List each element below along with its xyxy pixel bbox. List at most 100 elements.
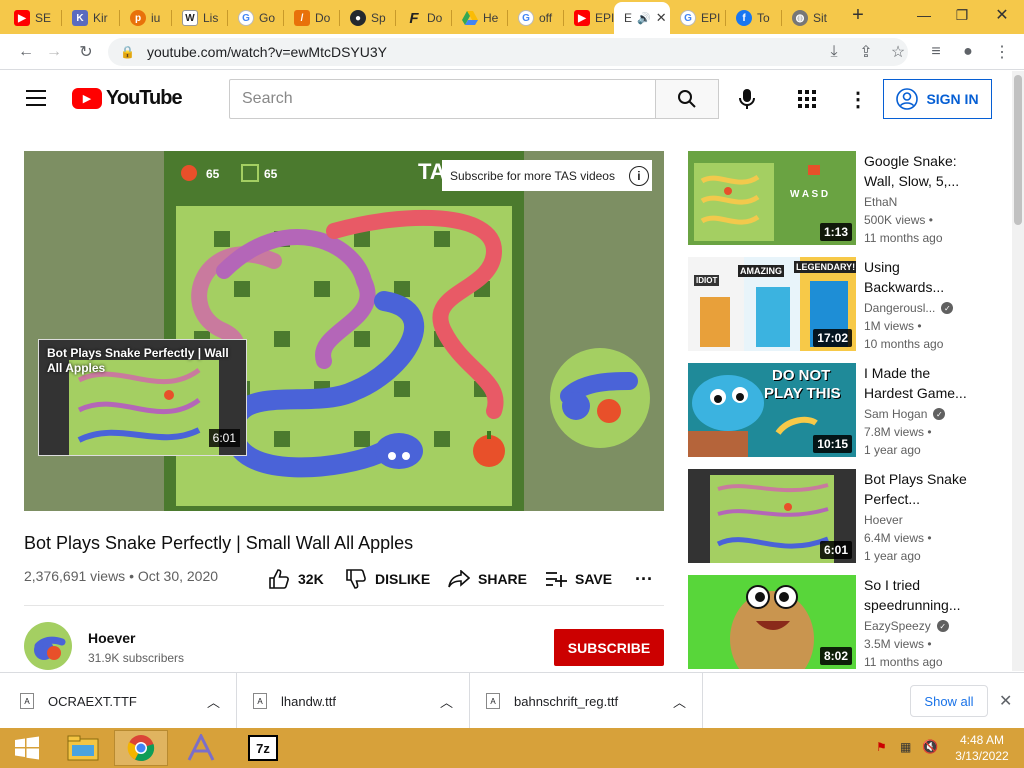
network-icon[interactable]: ▦ [900, 740, 911, 754]
close-window-button[interactable]: ✕ [984, 0, 1020, 30]
ks-icon: K [72, 10, 88, 26]
install-icon[interactable]: ⤓ [824, 42, 844, 62]
tab-label: To [757, 11, 770, 25]
video-player[interactable]: 65 65 TAS Subscribe for more TAS videos … [24, 151, 664, 511]
video-title[interactable]: So I tried speedrunning... [864, 575, 974, 615]
page-scrollbar[interactable] [1012, 71, 1024, 671]
browser-tab[interactable]: ▶ SE [4, 4, 62, 32]
bookmark-star-icon[interactable]: ☆ [888, 42, 908, 62]
video-title[interactable]: I Made the Hardest Game... [864, 363, 974, 403]
browser-tab[interactable]: G off [508, 4, 564, 32]
video-thumbnail[interactable]: W A S D 1:13 [688, 151, 856, 245]
restore-button[interactable]: ❐ [944, 0, 980, 30]
start-button[interactable] [0, 730, 54, 766]
forward-icon[interactable]: → [44, 42, 64, 62]
browser-tab[interactable]: ● Sp [340, 4, 396, 32]
like-count: 32K [298, 571, 324, 587]
video-thumbnail[interactable]: IDIOT AMAZING LEGENDARY! 17:02 [688, 257, 856, 351]
close-downloads-icon[interactable]: ✕ [999, 691, 1012, 711]
browser-tab[interactable]: G EPI [670, 4, 726, 32]
system-clock[interactable]: 4:48 AM 3/13/2022 [952, 732, 1012, 764]
hamburger-menu-icon[interactable] [26, 90, 46, 106]
youtube-logo[interactable]: ▶ YouTube [72, 87, 183, 110]
save-button[interactable]: SAVE [545, 569, 612, 589]
download-item[interactable]: A lhandw.ttf ︿ [237, 673, 470, 729]
recommended-video[interactable]: 6:01 Bot Plays Snake Perfect... Hoever 6… [688, 469, 988, 565]
video-title[interactable]: Google Snake: Wall, Slow, 5,... [864, 151, 974, 191]
chrome-icon[interactable] [114, 730, 168, 766]
reload-icon[interactable]: ↻ [76, 42, 96, 62]
sign-in-button[interactable]: SIGN IN [883, 79, 992, 119]
browser-tab[interactable]: F Do [396, 4, 452, 32]
apps-grid-icon[interactable] [798, 90, 816, 108]
info-icon[interactable]: i [628, 165, 649, 186]
back-icon[interactable]: ← [16, 42, 36, 62]
browser-tab[interactable]: W Lis [172, 4, 228, 32]
browser-tab[interactable]: ◍ Sit [782, 4, 838, 32]
chevron-up-icon[interactable]: ︿ [440, 692, 453, 711]
video-channel[interactable]: Dangerousl... ✓ [864, 301, 954, 315]
more-actions-icon[interactable]: ··· [635, 569, 653, 589]
settings-kebab-icon[interactable]: ⋮ [848, 87, 868, 112]
volume-muted-icon[interactable]: 🔇 [922, 739, 938, 755]
end-screen-video-card[interactable]: Bot Plays Snake Perfectly | Wall All App… [38, 339, 247, 456]
verified-check-icon: ✓ [936, 620, 949, 632]
share-icon[interactable]: ⇪ [856, 42, 876, 62]
video-channel[interactable]: Sam Hogan ✓ [864, 407, 946, 421]
security-flag-icon[interactable]: ⚑ [876, 740, 887, 754]
audio-icon: 🔊 [637, 12, 651, 25]
browser-tab[interactable]: p iu [120, 4, 172, 32]
font-viewer-icon[interactable] [174, 730, 228, 766]
recommended-video[interactable]: IDIOT AMAZING LEGENDARY! 17:02 Using Bac… [688, 257, 988, 353]
download-item[interactable]: A OCRAEXT.TTF ︿ [0, 673, 237, 729]
info-card[interactable]: Subscribe for more TAS videos i [442, 160, 652, 191]
font-file-icon: A [486, 693, 500, 709]
video-channel[interactable]: Hoever [864, 513, 903, 527]
video-thumbnail[interactable]: 6:01 [688, 469, 856, 563]
browser-tab-active[interactable]: E 🔊 ✕ [614, 2, 670, 34]
video-title[interactable]: Bot Plays Snake Perfect... [864, 469, 974, 509]
new-tab-button[interactable]: + [840, 0, 876, 30]
minimize-button[interactable]: — [906, 0, 942, 30]
f-icon: F [409, 9, 419, 27]
browser-tab[interactable]: ▶ EPI [564, 4, 616, 32]
search-input[interactable]: Search [229, 79, 656, 119]
browser-tab[interactable]: K Kir [62, 4, 120, 32]
7zip-icon[interactable]: 7z [236, 730, 290, 766]
close-tab-icon[interactable]: ✕ [656, 10, 667, 26]
subscribe-button[interactable]: SUBSCRIBE [554, 629, 664, 666]
file-explorer-icon[interactable] [56, 730, 110, 766]
show-all-downloads-button[interactable]: Show all [910, 685, 988, 717]
tab-label: Do [427, 11, 443, 25]
browser-tab[interactable]: / Do [284, 4, 340, 32]
channel-avatar[interactable] [24, 622, 72, 670]
search-button[interactable] [655, 79, 719, 119]
video-thumbnail[interactable]: DO NOT PLAY THIS 10:15 [688, 363, 856, 457]
chevron-up-icon[interactable]: ︿ [207, 692, 220, 711]
scrollbar-thumb[interactable] [1014, 75, 1022, 225]
download-item[interactable]: A bahnschrift_reg.ttf ︿ [470, 673, 703, 729]
dislike-button[interactable]: DISLIKE [345, 569, 430, 589]
profile-icon[interactable]: ● [958, 42, 978, 62]
clock-date: 3/13/2022 [955, 749, 1009, 763]
like-button[interactable]: 32K [268, 569, 324, 589]
media-control-icon[interactable]: ≡ [926, 42, 946, 62]
channel-name[interactable]: Hoever [88, 630, 135, 646]
browser-tab[interactable]: f To [726, 4, 782, 32]
chevron-up-icon[interactable]: ︿ [673, 692, 686, 711]
microphone-icon[interactable] [737, 88, 757, 110]
video-title[interactable]: Using Backwards... [864, 257, 974, 297]
recommended-video[interactable]: W A S D 1:13 Google Snake: Wall, Slow, 5… [688, 151, 988, 247]
windows-logo-icon [15, 736, 39, 760]
menu-kebab-icon[interactable]: ⋮ [992, 42, 1012, 62]
recommended-video[interactable]: DO NOT PLAY THIS 10:15 I Made the Hardes… [688, 363, 988, 459]
recommended-video[interactable]: 8:02 So I tried speedrunning... EazySpee… [688, 575, 988, 671]
video-channel[interactable]: EthaN [864, 195, 897, 209]
share-button[interactable]: SHARE [448, 569, 527, 589]
tab-label: EPI [701, 11, 721, 25]
address-bar[interactable]: 🔒 youtube.com/watch?v=ewMtcDSYU3Y [108, 38, 908, 66]
video-channel[interactable]: EazySpeezy ✓ [864, 619, 949, 633]
browser-tab[interactable]: He [452, 4, 508, 32]
video-thumbnail[interactable]: 8:02 [688, 575, 856, 669]
browser-tab[interactable]: G Go [228, 4, 284, 32]
